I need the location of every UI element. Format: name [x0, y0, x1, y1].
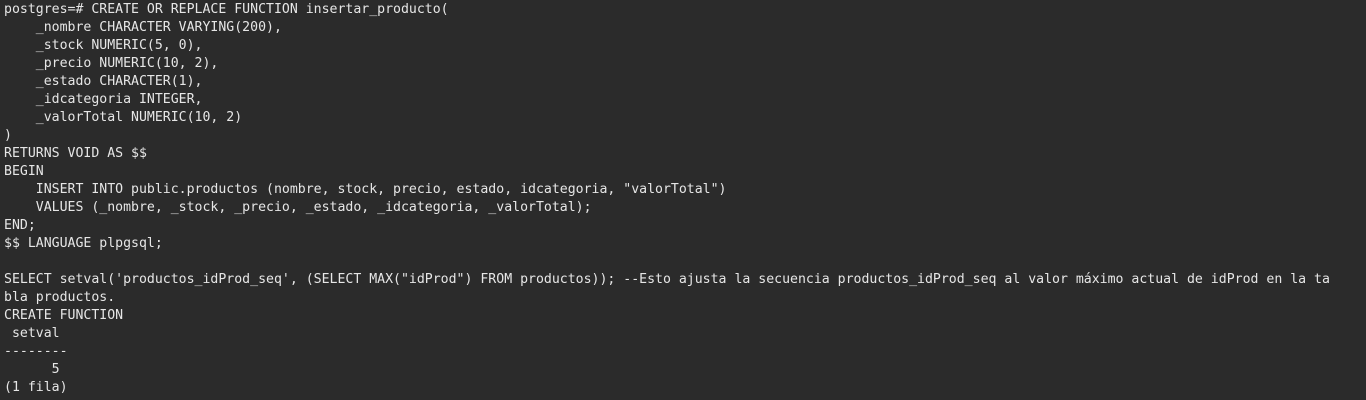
- sql-line: ): [4, 128, 12, 143]
- result-separator: --------: [4, 344, 68, 359]
- sql-line: SELECT setval('productos_idProd_seq', (S…: [4, 272, 1330, 287]
- terminal-output[interactable]: postgres=# CREATE OR REPLACE FUNCTION in…: [0, 0, 1366, 400]
- sql-line: END;: [4, 218, 36, 233]
- sql-line: bla productos.: [4, 290, 116, 305]
- sql-line: RETURNS VOID AS $$: [4, 146, 147, 161]
- sql-line: _nombre CHARACTER VARYING(200),: [4, 20, 282, 35]
- row-count: (1 fila): [4, 380, 68, 395]
- sql-line: _idcategoria INTEGER,: [4, 92, 203, 107]
- sql-line: _precio NUMERIC(10, 2),: [4, 56, 219, 71]
- sql-line: INSERT INTO public.productos (nombre, st…: [4, 182, 727, 197]
- sql-line: BEGIN: [4, 164, 44, 179]
- output-line: CREATE FUNCTION: [4, 308, 124, 323]
- sql-line: _valorTotal NUMERIC(10, 2): [4, 110, 243, 125]
- result-header: setval: [4, 326, 60, 341]
- sql-line: VALUES (_nombre, _stock, _precio, _estad…: [4, 200, 592, 215]
- sql-line: _estado CHARACTER(1),: [4, 74, 203, 89]
- sql-line: $$ LANGUAGE plpgsql;: [4, 236, 163, 251]
- result-value: 5: [4, 362, 60, 377]
- prompt-line: postgres=# CREATE OR REPLACE FUNCTION in…: [4, 2, 449, 17]
- sql-line: _stock NUMERIC(5, 0),: [4, 38, 203, 53]
